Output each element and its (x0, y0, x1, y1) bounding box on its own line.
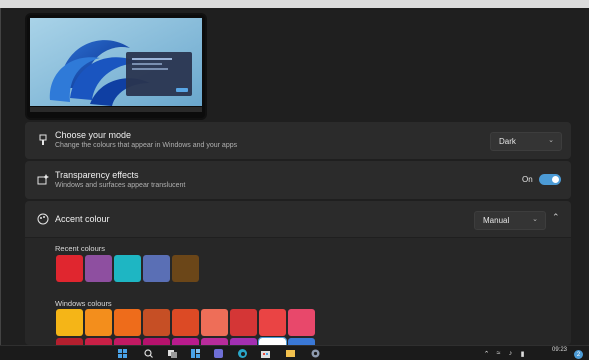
windows-colour-swatch[interactable] (114, 309, 141, 336)
mode-title: Choose your mode (55, 130, 132, 140)
recent-colour-swatch[interactable] (143, 255, 170, 282)
windows-colours-label: Windows colours (55, 299, 112, 308)
preview-wallpaper (30, 18, 202, 106)
accent-expanded: Recent colours Windows colours (25, 238, 571, 346)
brush-icon (35, 132, 51, 148)
windows-colour-swatch[interactable] (288, 309, 315, 336)
windows-colour-swatch[interactable] (288, 338, 315, 345)
preview-taskbar (30, 107, 202, 112)
task-view-icon[interactable] (168, 349, 177, 358)
battery-icon[interactable]: ▮ (518, 349, 527, 358)
recent-colour-swatch[interactable] (172, 255, 199, 282)
mode-dropdown-value: Dark (499, 137, 516, 146)
recent-colour-swatch[interactable] (114, 255, 141, 282)
volume-icon[interactable]: ♪ (506, 349, 515, 358)
windows-colour-swatch[interactable] (56, 309, 83, 336)
windows-colour-swatch[interactable] (230, 309, 257, 336)
recent-colours-label: Recent colours (55, 244, 106, 253)
start-icon[interactable] (118, 349, 127, 358)
edge-icon[interactable] (238, 349, 247, 358)
store-icon[interactable] (261, 349, 270, 358)
palette-icon (35, 211, 51, 227)
accent-dropdown[interactable]: Manual ⌄ (474, 211, 546, 230)
transparency-state-label: On (522, 175, 533, 184)
sparkle-icon (35, 172, 51, 188)
widgets-icon[interactable] (191, 349, 200, 358)
recent-colour-swatch[interactable] (85, 255, 112, 282)
windows-colour-swatch[interactable] (114, 338, 141, 345)
windows-colour-swatch[interactable] (85, 309, 112, 336)
accent-title: Accent colour (55, 214, 110, 224)
theme-preview (25, 13, 207, 120)
windows-colour-swatch[interactable] (259, 309, 286, 336)
explorer-icon[interactable] (286, 349, 295, 358)
windows-colour-swatch[interactable] (172, 338, 199, 345)
transparency-subtitle: Windows and surfaces appear translucent (55, 182, 186, 189)
collapse-chevron-up-icon[interactable]: ⌃ (552, 212, 560, 223)
window-top-edge (0, 0, 589, 8)
windows-colour-swatch[interactable] (230, 338, 257, 345)
accent-dropdown-value: Manual (483, 216, 510, 225)
toggle-knob (552, 176, 559, 183)
taskbar: ⌃ ≈ ♪ ▮ 09:23 2 (0, 345, 589, 360)
settings-icon[interactable] (311, 349, 320, 358)
windows-colour-swatch[interactable] (172, 309, 199, 336)
accent-card[interactable]: Accent colour Manual ⌄ ⌃ (25, 201, 571, 237)
windows-colour-swatch[interactable] (143, 309, 170, 336)
settings-window: Choose your mode Change the colours that… (0, 8, 585, 346)
mode-subtitle: Change the colours that appear in Window… (55, 142, 238, 149)
transparency-card: Transparency effects Windows and surface… (25, 161, 571, 199)
wifi-icon[interactable]: ≈ (494, 349, 503, 358)
mode-card: Choose your mode Change the colours that… (25, 122, 571, 159)
windows-colour-swatch[interactable] (56, 338, 83, 345)
windows-colour-swatch[interactable] (258, 337, 287, 346)
clock-time[interactable]: 09:23 (552, 347, 567, 353)
transparency-title: Transparency effects (55, 170, 139, 180)
mode-dropdown[interactable]: Dark ⌄ (490, 132, 562, 151)
chat-icon[interactable] (214, 349, 223, 358)
windows-colour-swatch[interactable] (143, 338, 170, 345)
search-icon[interactable] (144, 349, 153, 358)
transparency-toggle[interactable] (539, 174, 561, 185)
bloom-wallpaper-icon (30, 18, 202, 106)
chevron-down-icon: ⌄ (548, 137, 554, 144)
chevron-down-icon: ⌄ (532, 216, 538, 223)
chevron-up-icon[interactable]: ⌃ (482, 349, 491, 358)
windows-colour-swatch[interactable] (201, 309, 228, 336)
windows-colour-swatch[interactable] (201, 338, 228, 345)
notification-badge[interactable]: 2 (574, 350, 583, 359)
recent-colour-swatch[interactable] (56, 255, 83, 282)
windows-colour-swatch[interactable] (85, 338, 112, 345)
